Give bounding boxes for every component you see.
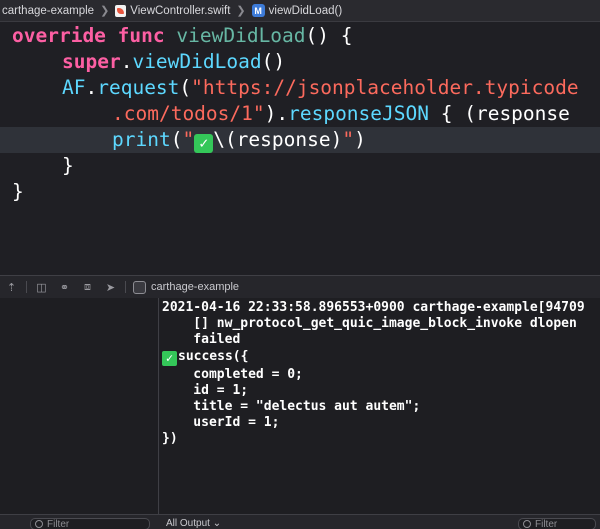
jump-bar: carthage-example ❯ ViewController.swift … bbox=[0, 0, 600, 22]
code-line-5-current: print(" ✓ \(response)") bbox=[0, 127, 600, 153]
debug-footer: Filter All Output ⌄ Filter bbox=[0, 514, 600, 529]
toolbar-separator bbox=[125, 281, 126, 293]
console-line: completed = 0; bbox=[162, 367, 303, 382]
environment-overrides-icon[interactable]: ⧈ bbox=[76, 276, 99, 298]
variables-pane[interactable] bbox=[0, 298, 159, 514]
console-line-success: ✓ success({ bbox=[162, 349, 248, 366]
code-line-7: } bbox=[12, 180, 24, 203]
console-line: failed bbox=[162, 332, 241, 347]
code-editor[interactable]: override func viewDidLoad() { super.view… bbox=[0, 22, 600, 275]
console-line: }) bbox=[162, 431, 178, 446]
breadcrumb-method-label: viewDidLoad() bbox=[268, 4, 343, 17]
toolbar-separator bbox=[26, 281, 27, 293]
breadcrumb-file-label: ViewController.swift bbox=[130, 4, 231, 17]
filter-icon bbox=[523, 520, 531, 528]
code-line-1: override func viewDidLoad() { bbox=[12, 24, 353, 47]
debug-target[interactable]: carthage-example bbox=[129, 280, 240, 294]
breadcrumb-file[interactable]: ViewController.swift bbox=[113, 4, 232, 17]
console-line: [] nw_protocol_get_quic_image_block_invo… bbox=[162, 316, 577, 331]
filter-icon bbox=[35, 520, 43, 528]
app-icon bbox=[133, 280, 146, 294]
code-line-3: AF.request("https://jsonplaceholder.typi… bbox=[62, 76, 579, 99]
location-arrow-icon[interactable]: ➤ bbox=[99, 276, 122, 298]
output-selector[interactable]: All Output ⌄ bbox=[166, 518, 221, 529]
breadcrumb-project-label: carthage-example bbox=[2, 4, 95, 17]
view-hierarchy-icon[interactable]: ◫ bbox=[30, 276, 53, 298]
code-line-4: .com/todos/1").responseJSON { (response bbox=[112, 102, 570, 125]
breadcrumb-separator-icon: ❯ bbox=[236, 5, 246, 17]
console-output[interactable]: 2021-04-16 22:33:58.896553+0900 carthage… bbox=[160, 298, 600, 514]
breadcrumb-separator-icon: ❯ bbox=[100, 5, 110, 17]
output-selector-label: All Output bbox=[166, 518, 210, 529]
memory-graph-icon[interactable]: ⚭ bbox=[53, 276, 76, 298]
method-icon: M bbox=[251, 4, 265, 17]
variables-filter-field[interactable]: Filter bbox=[30, 518, 150, 529]
code-line-2: super.viewDidLoad() bbox=[62, 50, 286, 73]
debug-target-label: carthage-example bbox=[151, 281, 240, 293]
breadcrumb-method[interactable]: M viewDidLoad() bbox=[250, 4, 345, 17]
console-filter-placeholder: Filter bbox=[535, 518, 558, 529]
checkmark-emoji-icon: ✓ bbox=[162, 351, 177, 366]
chevron-down-icon: ⌄ bbox=[212, 518, 222, 529]
swift-file-icon bbox=[115, 4, 127, 17]
step-out-icon[interactable]: ⇡ bbox=[0, 276, 23, 298]
console-line: userId = 1; bbox=[162, 415, 280, 430]
checkmark-emoji-icon: ✓ bbox=[194, 134, 214, 153]
code-line-6: } bbox=[62, 154, 74, 177]
debug-toolbar: ⇡ ◫ ⚭ ⧈ ➤ carthage-example bbox=[0, 276, 600, 298]
console-line: 2021-04-16 22:33:58.896553+0900 carthage… bbox=[162, 300, 585, 315]
console-line: title = "delectus aut autem"; bbox=[162, 399, 421, 414]
console-line: id = 1; bbox=[162, 383, 249, 398]
console-filter-field[interactable]: Filter bbox=[518, 518, 596, 529]
variables-filter-placeholder: Filter bbox=[47, 518, 70, 529]
breadcrumb-project[interactable]: carthage-example bbox=[0, 5, 96, 17]
